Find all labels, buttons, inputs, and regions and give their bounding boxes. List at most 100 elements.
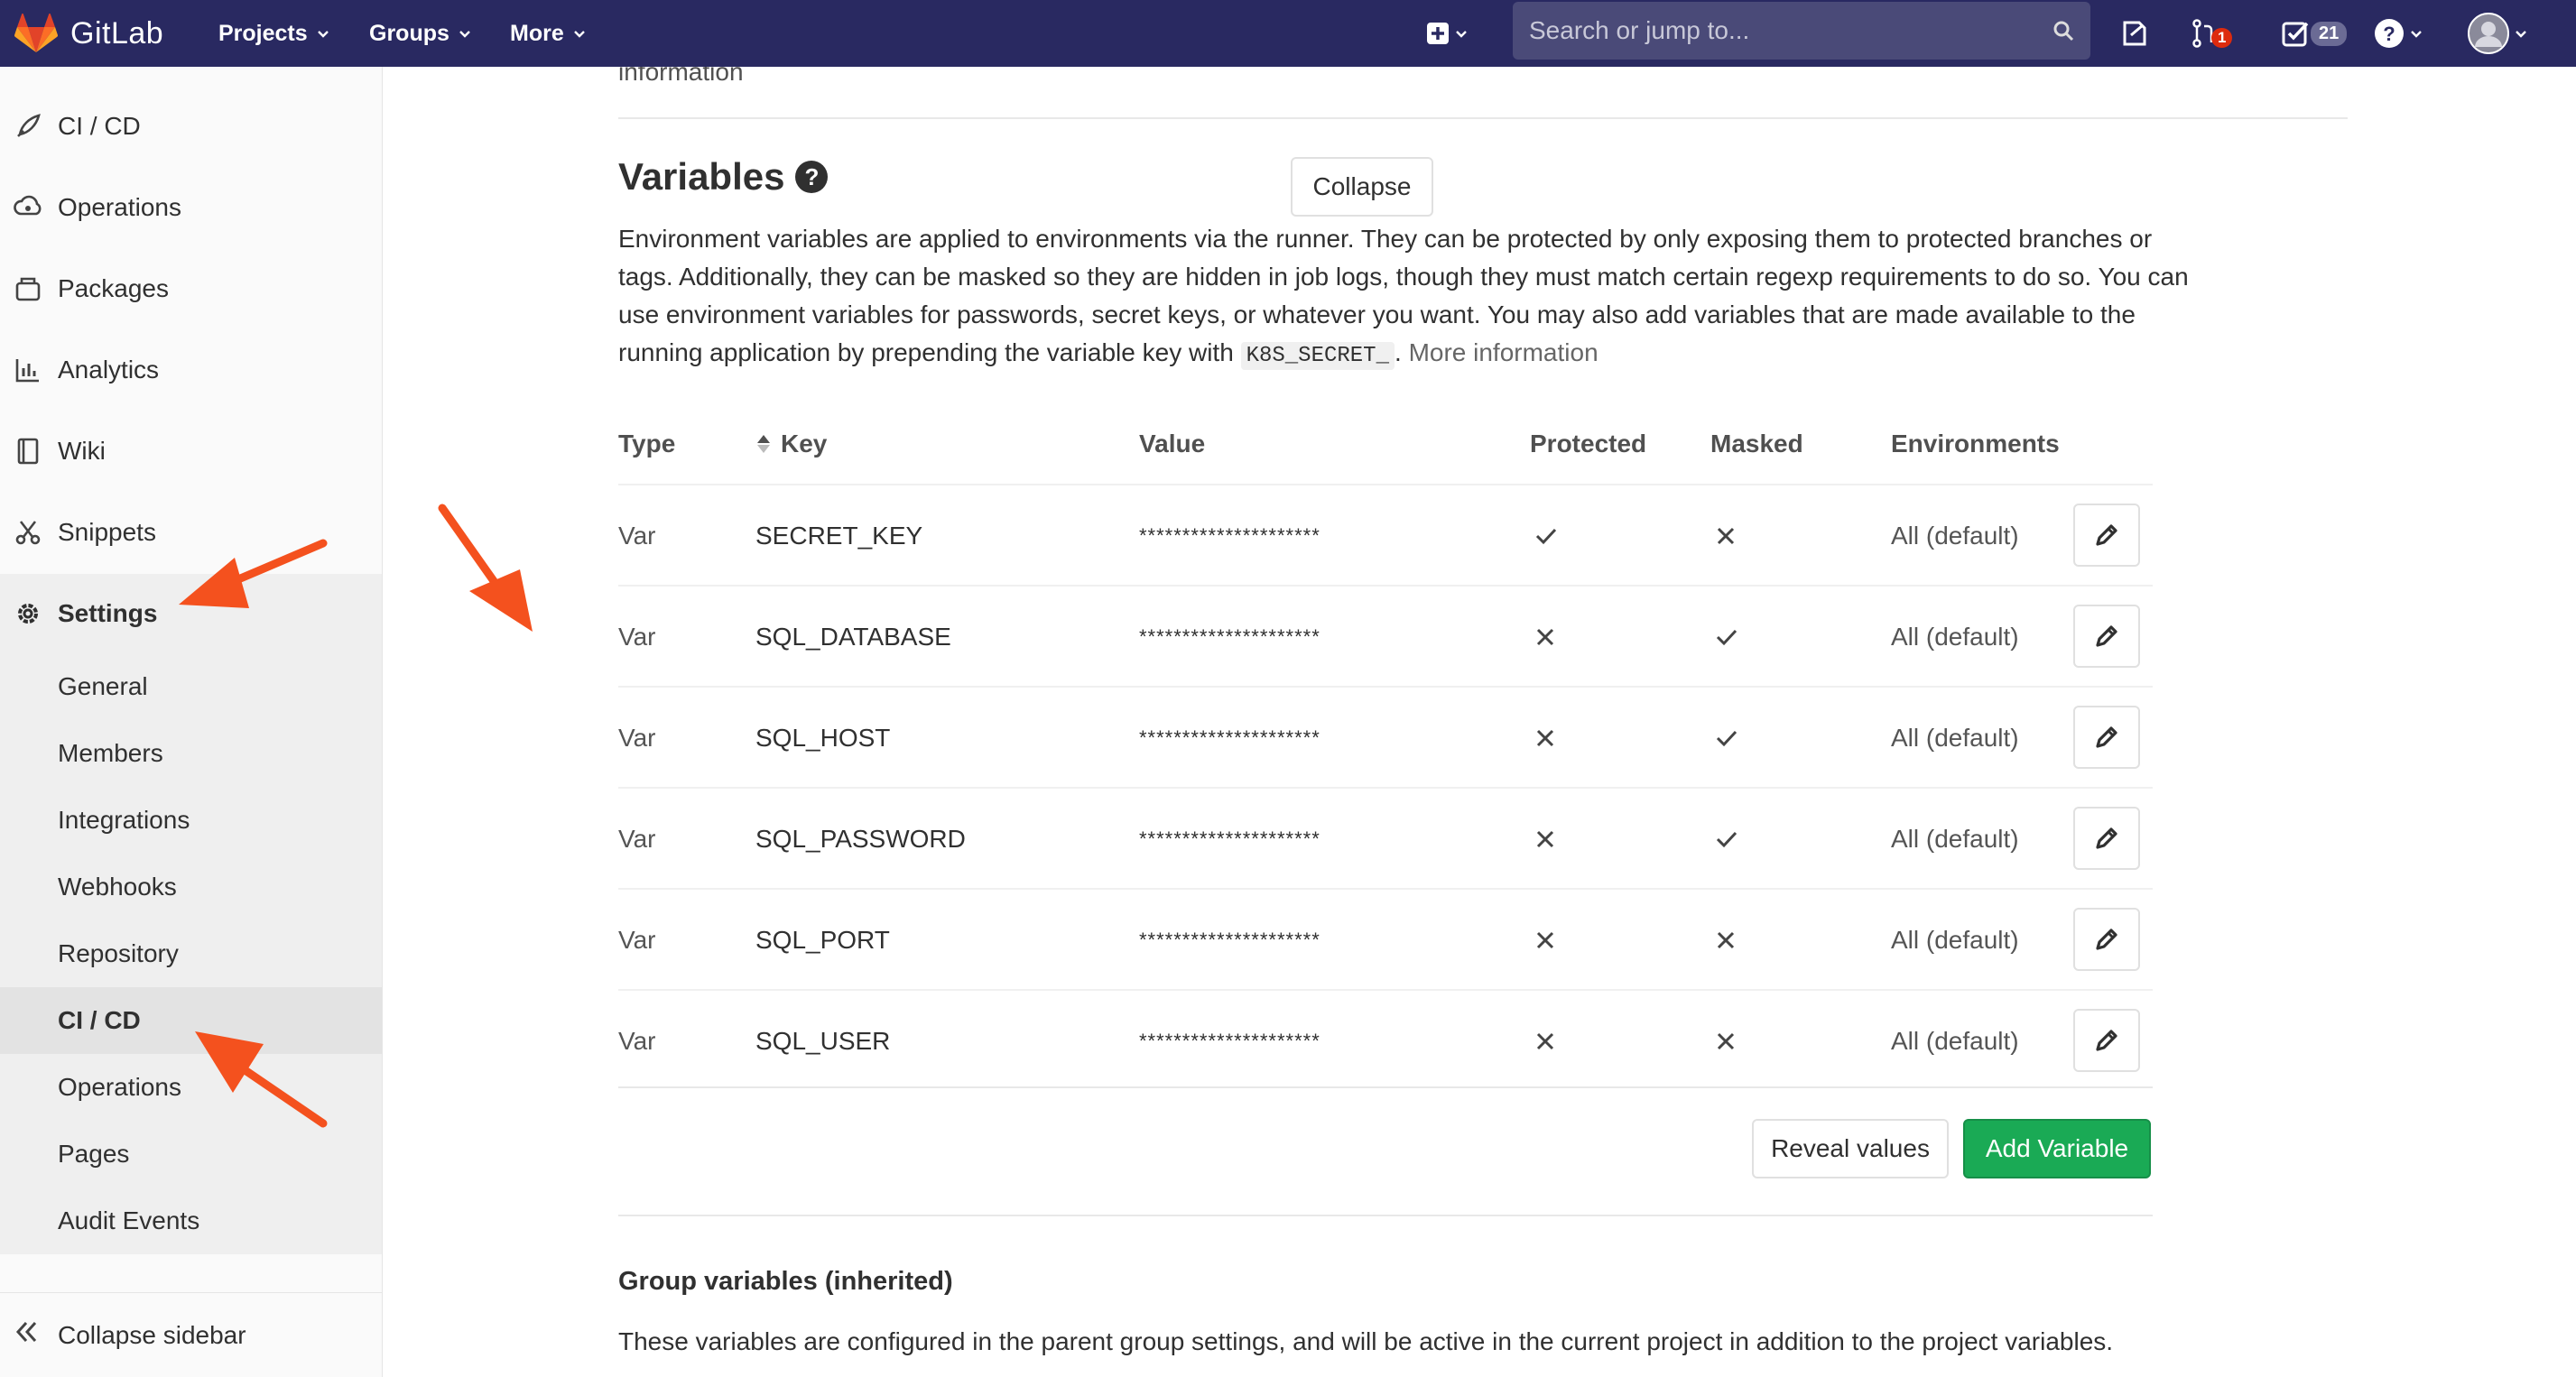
sidebar-subitem-general[interactable]: General: [0, 653, 382, 720]
sidebar-subitem-label: General: [58, 672, 148, 700]
brand-name: GitLab: [70, 15, 164, 51]
sidebar-item-label: CI / CD: [58, 112, 141, 140]
search-box[interactable]: [1513, 2, 2090, 60]
sidebar-item-ci-cd[interactable]: CI / CD: [0, 87, 382, 166]
add-variable-button[interactable]: Add Variable: [1963, 1119, 2151, 1178]
svg-text:?: ?: [2383, 23, 2395, 45]
chevron-down-icon: [2411, 31, 2422, 38]
merge-requests-badge: 1: [2211, 28, 2233, 48]
nav-more-dropdown[interactable]: More: [510, 0, 586, 67]
sidebar-subitem-webhooks[interactable]: Webhooks: [0, 854, 382, 920]
plus-square-icon: [1427, 23, 1449, 44]
x-icon: [1535, 991, 1555, 1092]
table-row: Var SQL_DATABASE ********************* All …: [618, 585, 2153, 686]
sidebar-item-packages[interactable]: Packages: [0, 249, 382, 328]
chevron-down-icon: [2516, 31, 2526, 38]
cell-environment: All (default): [1891, 926, 2019, 954]
collapse-sidebar-label: Collapse sidebar: [58, 1320, 246, 1349]
main-content: information Variables ? Collapse Environ…: [384, 67, 2576, 1377]
x-icon: [1535, 890, 1555, 991]
cell-environment: All (default): [1891, 724, 2019, 752]
sidebar-item-label: Analytics: [58, 356, 160, 384]
table-bottom-divider: [618, 1086, 2153, 1088]
pencil-icon: [2093, 623, 2120, 650]
todos-badge: 21: [2311, 21, 2348, 46]
group-variables-heading: Group variables (inherited): [618, 1267, 953, 1296]
cell-value-masked: *********************: [1139, 827, 1320, 850]
collapse-sidebar-button[interactable]: Collapse sidebar: [0, 1292, 382, 1377]
sidebar-subitem-members[interactable]: Members: [0, 720, 382, 787]
sidebar-item-analytics[interactable]: Analytics: [0, 330, 382, 410]
sidebar-subitem-integrations[interactable]: Integrations: [0, 787, 382, 854]
chevron-down-icon: [459, 31, 470, 38]
issues-icon: [2123, 21, 2146, 46]
chevron-down-icon: [1456, 31, 1467, 38]
avatar: [2468, 13, 2509, 54]
check-icon: [1716, 789, 1737, 890]
cell-key: SQL_PASSWORD: [755, 825, 966, 853]
previous-section-text: information: [618, 67, 744, 86]
sidebar-item-operations[interactable]: Operations: [0, 168, 382, 247]
x-icon: [1716, 485, 1736, 587]
nav-groups-dropdown[interactable]: Groups: [369, 0, 471, 67]
annotation-arrow-table: [438, 504, 533, 632]
cloud-gear-icon: [13, 192, 43, 223]
double-chevron-left-icon: [14, 1319, 40, 1351]
todos-link[interactable]: 21: [2282, 0, 2348, 67]
chart-icon: [13, 355, 43, 385]
header-environments: Environments: [1891, 430, 2060, 457]
merge-requests-link[interactable]: 1: [2191, 0, 2233, 67]
edit-variable-button[interactable]: [2073, 605, 2140, 668]
help-icon[interactable]: ?: [795, 161, 829, 193]
x-icon: [1535, 789, 1555, 890]
cell-value-masked: *********************: [1139, 1030, 1320, 1052]
cell-key: SQL_HOST: [755, 724, 891, 752]
edit-variable-button[interactable]: [2073, 807, 2140, 870]
sidebar-subitem-label: Webhooks: [58, 873, 177, 901]
table-row: Var SQL_PASSWORD ********************* All …: [618, 787, 2153, 888]
search-input[interactable]: [1529, 16, 2052, 45]
chevron-down-icon: [317, 31, 329, 38]
top-navbar: GitLab Projects Groups More 1 21 ?: [0, 0, 2576, 67]
edit-variable-button[interactable]: [2073, 1009, 2140, 1072]
cell-type: Var: [618, 825, 656, 853]
edit-variable-button[interactable]: [2073, 706, 2140, 769]
more-information-link[interactable]: More information: [1409, 338, 1598, 366]
search-icon: [2053, 21, 2074, 42]
todo-check-icon: [2282, 22, 2309, 47]
header-key-sortable[interactable]: Key: [755, 430, 827, 458]
gitlab-logo-icon: [14, 14, 58, 52]
edit-variable-button[interactable]: [2073, 504, 2140, 567]
book-icon: [13, 436, 43, 467]
reveal-values-button[interactable]: Reveal values: [1752, 1119, 1949, 1178]
cell-type: Var: [618, 522, 656, 550]
cell-environment: All (default): [1891, 825, 2019, 853]
collapse-button[interactable]: Collapse: [1291, 157, 1433, 217]
header-type: Type: [618, 430, 676, 457]
gitlab-home-link[interactable]: GitLab: [14, 0, 163, 67]
header-value: Value: [1139, 430, 1206, 457]
table-row: Var SQL_HOST ********************* All (def…: [618, 686, 2153, 787]
sidebar-item-wiki[interactable]: Wiki: [0, 411, 382, 491]
package-icon: [13, 273, 43, 304]
sidebar: CI / CD Operations Packages Analytics Wi…: [0, 67, 383, 1377]
edit-variable-button[interactable]: [2073, 908, 2140, 971]
gear-icon: [13, 598, 43, 629]
sidebar-subitem-repository[interactable]: Repository: [0, 920, 382, 987]
cell-type: Var: [618, 926, 656, 954]
cell-value-masked: *********************: [1139, 524, 1320, 547]
nav-projects-dropdown[interactable]: Projects: [218, 0, 329, 67]
cell-environment: All (default): [1891, 1027, 2019, 1055]
table-row: Var SECRET_KEY ********************* All (d…: [618, 484, 2153, 585]
issues-link[interactable]: [2121, 0, 2148, 67]
sidebar-item-label: Operations: [58, 193, 181, 221]
help-dropdown[interactable]: ?: [2374, 0, 2423, 67]
check-icon: [1535, 485, 1557, 587]
sidebar-subitem-label: Members: [58, 739, 163, 767]
annotation-arrow-ci-cd: [195, 1031, 328, 1128]
new-item-dropdown[interactable]: [1426, 0, 1468, 67]
user-menu-dropdown[interactable]: [2468, 0, 2527, 67]
nav-projects-label: Projects: [218, 20, 308, 46]
header-protected: Protected: [1530, 430, 1647, 457]
sidebar-subitem-audit-events[interactable]: Audit Events: [0, 1188, 382, 1254]
